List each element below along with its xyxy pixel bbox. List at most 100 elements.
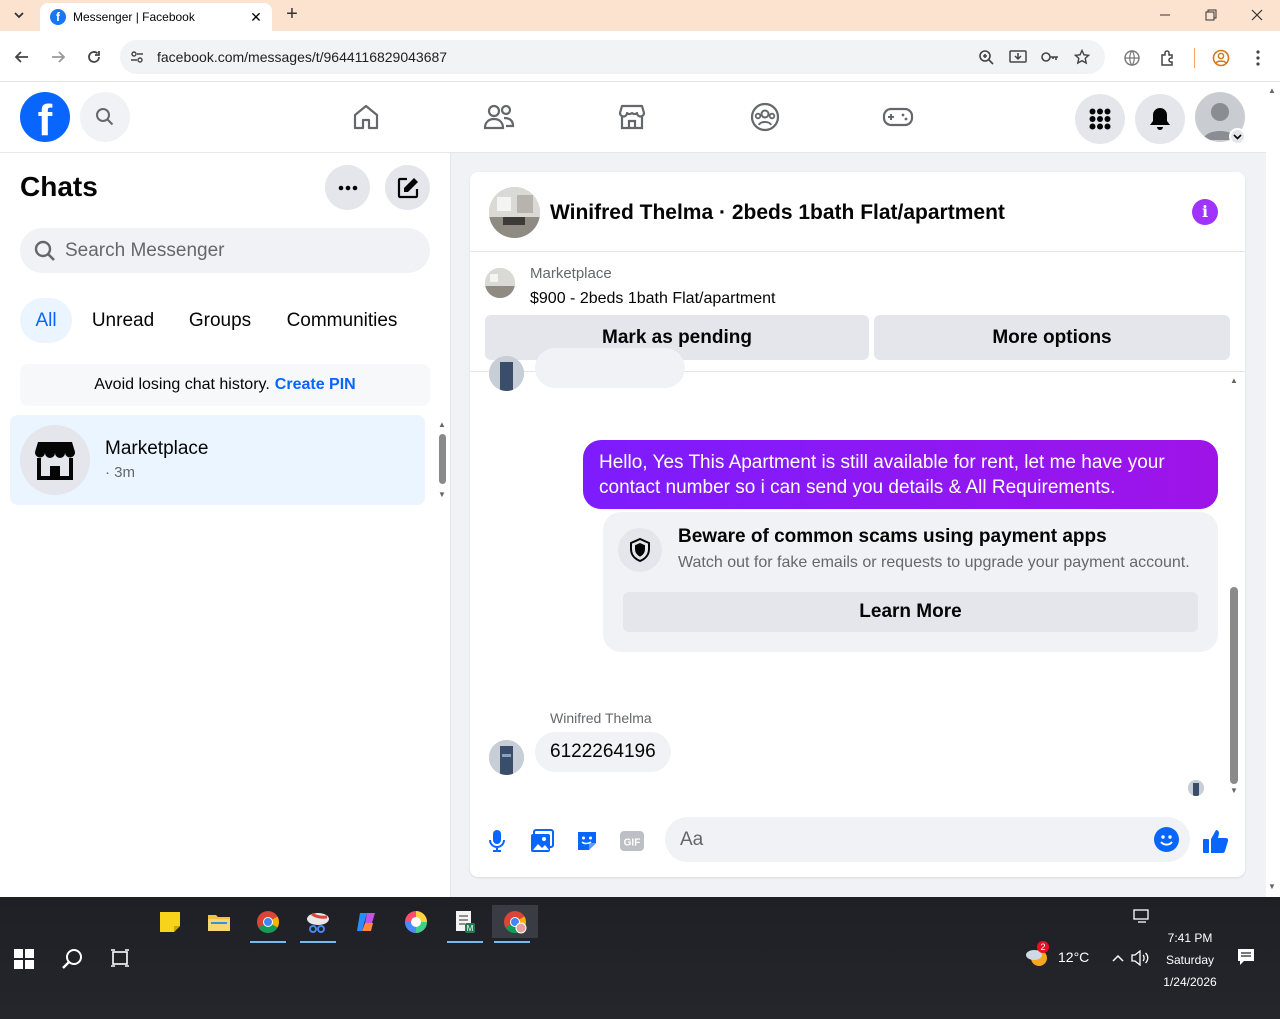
- copilot-icon: [357, 912, 375, 931]
- search-icon: [62, 949, 82, 969]
- nav-marketplace-button[interactable]: [614, 99, 650, 135]
- sticky-notes-app[interactable]: [150, 905, 190, 938]
- filter-groups-tab[interactable]: Groups: [178, 298, 262, 343]
- attach-photo-button[interactable]: [527, 826, 557, 856]
- reload-button[interactable]: [83, 46, 105, 68]
- address-bar[interactable]: facebook.com/messages/t/9644116829043687: [120, 40, 1105, 74]
- clock-day: Saturday: [1165, 953, 1215, 967]
- new-message-button[interactable]: [385, 165, 430, 210]
- facebook-logo[interactable]: f: [20, 92, 70, 142]
- info-button[interactable]: i: [1192, 199, 1218, 225]
- learn-more-button[interactable]: Learn More: [623, 592, 1198, 632]
- message-input-box[interactable]: [665, 817, 1190, 862]
- browser-menu-icon[interactable]: [1248, 48, 1268, 68]
- scroll-down-arrow-icon[interactable]: ▼: [1230, 786, 1238, 795]
- notifications-button[interactable]: [1135, 94, 1185, 144]
- url-text[interactable]: facebook.com/messages/t/9644116829043687: [157, 49, 447, 65]
- photos-app[interactable]: [396, 905, 436, 938]
- close-tab-icon[interactable]: ✕: [248, 9, 264, 25]
- volume-button[interactable]: [1131, 949, 1149, 967]
- install-app-icon[interactable]: [1009, 48, 1027, 66]
- taskbar-search-button[interactable]: [61, 947, 85, 971]
- conversation-panel: Winifred Thelma · 2beds 1bath Flat/apart…: [470, 172, 1245, 877]
- new-tab-button[interactable]: +: [282, 4, 302, 25]
- site-info-icon[interactable]: [128, 48, 146, 66]
- conversation-title[interactable]: Winifred Thelma · 2beds 1bath Flat/apart…: [550, 201, 1005, 225]
- back-button[interactable]: [11, 46, 33, 68]
- color-wheel-icon: [405, 910, 427, 933]
- apartment-thumbnail-avatar[interactable]: [489, 187, 540, 238]
- nav-groups-button[interactable]: [747, 99, 783, 135]
- conversation-scrollbar-thumb[interactable]: [1230, 587, 1238, 784]
- create-pin-link[interactable]: Create PIN: [275, 376, 356, 394]
- file-explorer-app[interactable]: [199, 905, 239, 938]
- scroll-up-arrow-icon[interactable]: ▲: [1230, 376, 1238, 385]
- chrome-profile-app[interactable]: [492, 905, 538, 943]
- account-menu-chevron[interactable]: [1229, 128, 1246, 145]
- sender-avatar[interactable]: [489, 740, 524, 775]
- page-scroll-down-arrow-icon[interactable]: ▼: [1268, 882, 1276, 891]
- snipping-tool-app[interactable]: [298, 905, 338, 943]
- browser-tab[interactable]: f Messenger | Facebook ✕: [40, 3, 272, 31]
- chrome-app[interactable]: [248, 905, 288, 943]
- scroll-down-arrow-icon[interactable]: ▼: [438, 490, 446, 499]
- bookmark-star-icon[interactable]: [1073, 48, 1091, 66]
- messenger-search-box[interactable]: [20, 228, 430, 273]
- forward-button[interactable]: [47, 46, 69, 68]
- weather-widget[interactable]: 2 12°C: [1025, 941, 1105, 969]
- profile-icon[interactable]: [1211, 48, 1231, 68]
- scroll-up-arrow-icon[interactable]: ▲: [438, 420, 446, 429]
- nav-friends-button[interactable]: [481, 99, 517, 135]
- smiley-icon: [1160, 835, 1173, 846]
- scam-warning-description: Watch out for fake emails or requests to…: [678, 554, 1190, 571]
- gif-button[interactable]: GIF: [617, 826, 647, 856]
- nav-gaming-button[interactable]: [880, 99, 916, 135]
- more-options-button[interactable]: More options: [874, 315, 1230, 360]
- listing-thumbnail[interactable]: [485, 268, 515, 298]
- restore-button[interactable]: [1201, 5, 1221, 25]
- incoming-message-bubble[interactable]: 6122264196: [535, 732, 671, 772]
- chats-options-button[interactable]: [325, 165, 370, 210]
- filter-unread-tab[interactable]: Unread: [84, 298, 162, 343]
- tab-search-button[interactable]: [6, 3, 32, 27]
- page-scroll-up-arrow-icon[interactable]: ▲: [1268, 86, 1276, 95]
- show-hidden-icons-button[interactable]: [1109, 949, 1127, 967]
- close-icon: [1251, 9, 1263, 21]
- chat-list-item[interactable]: Marketplace · 3m: [10, 415, 425, 505]
- close-window-button[interactable]: [1247, 5, 1267, 25]
- home-icon: [353, 104, 379, 130]
- start-button[interactable]: [14, 949, 34, 969]
- outgoing-message-bubble[interactable]: Hello, Yes This Apartment is still avail…: [583, 440, 1218, 509]
- sender-avatar[interactable]: [489, 356, 524, 391]
- weather-temperature: 12°C: [1058, 949, 1090, 965]
- search-icon: [96, 108, 114, 126]
- person-photo-icon: [489, 740, 524, 775]
- send-like-button[interactable]: [1201, 826, 1231, 856]
- network-display-icon[interactable]: [1133, 909, 1151, 925]
- voice-clip-button[interactable]: [482, 826, 512, 856]
- chats-panel: Chats All Unread Groups Communities Avoi…: [0, 153, 451, 897]
- copilot-app[interactable]: [347, 905, 387, 938]
- pin-banner-text: Avoid losing chat history.: [94, 376, 270, 393]
- filter-all-tab[interactable]: All: [20, 298, 72, 343]
- chats-scrollbar-thumb[interactable]: [439, 434, 446, 484]
- folder-icon: [208, 914, 230, 931]
- filter-communities-tab[interactable]: Communities: [276, 298, 408, 343]
- notepad-app[interactable]: M: [445, 905, 485, 943]
- messenger-search-input[interactable]: [65, 228, 415, 273]
- listing-title[interactable]: $900 - 2beds 1bath Flat/apartment: [530, 290, 776, 308]
- taskbar-clock[interactable]: 7:41 PM Saturday 1/24/2026: [1150, 927, 1230, 993]
- sticker-button[interactable]: [572, 826, 602, 856]
- menu-grid-button[interactable]: [1075, 94, 1125, 144]
- facebook-search-button[interactable]: [80, 92, 130, 142]
- translate-globe-icon[interactable]: [1122, 48, 1142, 68]
- nav-home-button[interactable]: [348, 99, 384, 135]
- minimize-button[interactable]: [1155, 5, 1175, 25]
- emoji-button[interactable]: [1154, 827, 1179, 852]
- task-view-button[interactable]: [110, 948, 132, 970]
- extensions-icon[interactable]: [1158, 48, 1178, 68]
- message-input[interactable]: [680, 817, 1140, 862]
- notification-center-button[interactable]: [1237, 948, 1257, 968]
- zoom-icon[interactable]: [977, 48, 995, 66]
- password-key-icon[interactable]: [1041, 48, 1059, 66]
